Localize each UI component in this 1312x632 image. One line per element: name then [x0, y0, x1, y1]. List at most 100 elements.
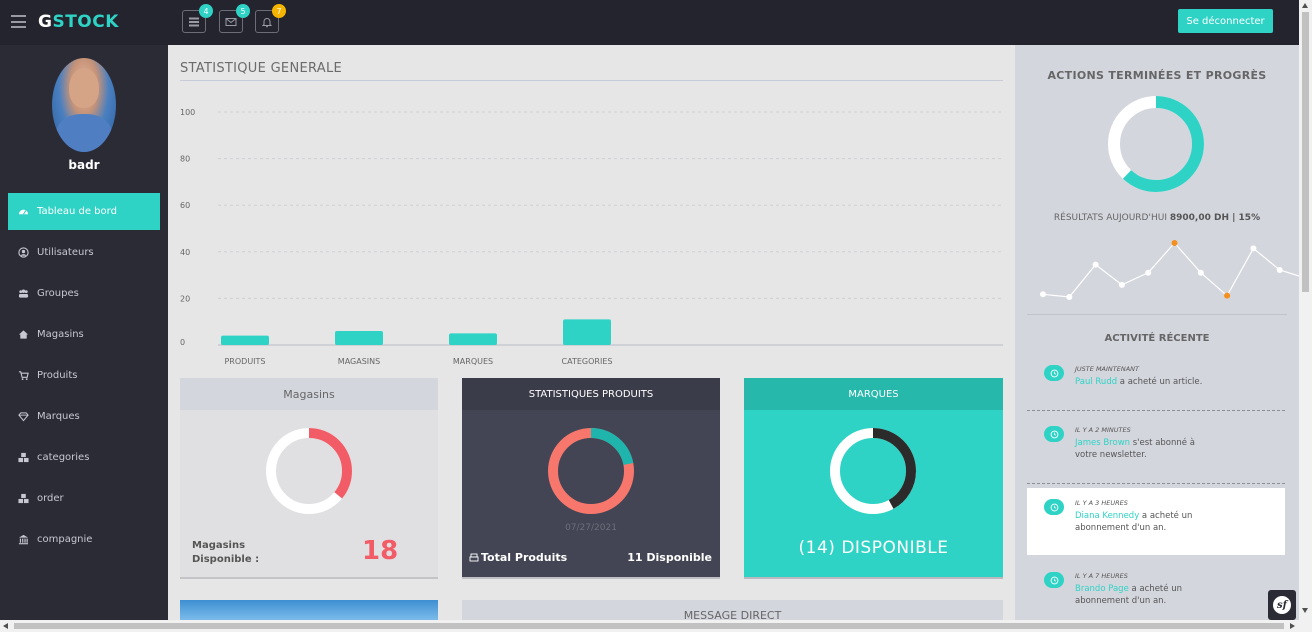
y-tick-label: 60 [180, 201, 190, 210]
magasins-available-count: 18 [362, 536, 399, 566]
hamburger-menu-icon[interactable] [11, 15, 26, 28]
sidebar-item-label: order [37, 493, 64, 504]
sidebar-item-label: compagnie [37, 534, 93, 545]
activity-divider [1027, 410, 1285, 411]
activity-item[interactable]: IL Y A 7 HEURES Brando Page a acheté un … [1027, 572, 1285, 617]
bar [449, 333, 497, 345]
sparkline-point [1145, 269, 1152, 276]
sidebar-item-order[interactable]: order [8, 480, 160, 517]
sidebar-item-label: Marques [37, 411, 80, 422]
tasks-count-badge: 4 [199, 4, 213, 18]
clock-icon [1044, 365, 1064, 381]
scroll-up-arrow-icon[interactable] [1302, 3, 1308, 8]
dashboard-icon [17, 206, 29, 218]
activity-user-link[interactable]: Diana Kennedy [1075, 511, 1139, 521]
sidebar-item-compagnie[interactable]: compagnie [8, 521, 160, 558]
sidebar-item-produits[interactable]: Produits [8, 357, 160, 394]
clock-icon [1044, 499, 1064, 515]
activity-item[interactable]: JUSTE MAINTENANT Paul Rudd a acheté un a… [1027, 365, 1285, 405]
activity-user-link[interactable]: James Brown [1075, 438, 1130, 448]
bar [221, 335, 269, 345]
scroll-down-arrow-icon[interactable] [1302, 608, 1308, 613]
y-tick-label: 20 [180, 294, 190, 303]
sidebar-item-magasins[interactable]: Magasins [8, 316, 160, 353]
product-stats-card-title: STATISTIQUES PRODUITS [462, 378, 720, 410]
scrollbar-thumb[interactable] [1302, 12, 1309, 292]
magasins-donut [266, 428, 352, 514]
activity-user-link[interactable]: Brando Page [1075, 584, 1129, 594]
sparkline-path [1042, 242, 1299, 298]
logout-button[interactable]: Se déconnecter [1178, 9, 1273, 33]
recent-activity-title: ACTIVITÉ RÉCENTE [1104, 333, 1210, 344]
top-navbar: GSTOCK 4 5 7 Se déconnecter [0, 0, 1299, 45]
general-stats-bar-chart: 0 20 40 60 80 100 PRODUITS MAGASINS MARQUES CATEG… [180, 108, 1003, 366]
sparkline-point [1197, 269, 1204, 276]
progress-donut [1108, 96, 1204, 192]
x-tick-label: CATEGORIES [562, 357, 613, 366]
activity-item[interactable]: IL Y A 3 HEURES Diana Kennedy a acheté u… [1027, 488, 1285, 555]
bar [563, 319, 611, 345]
notifications-count-badge: 7 [272, 4, 286, 18]
y-tick-label: 80 [180, 155, 190, 164]
messages-button[interactable]: 5 [219, 4, 250, 33]
bell-icon [261, 17, 273, 27]
avatar[interactable] [52, 58, 116, 152]
sparkline-point [1250, 245, 1257, 252]
main-content: STATISTIQUE GENERALE 0 20 40 60 80 100 PRODUIT… [168, 45, 1015, 632]
sidebar-item-groupes[interactable]: Groupes [8, 275, 160, 312]
product-stats-card: STATISTIQUES PRODUITS 07/27/2021 Total P… [462, 378, 720, 579]
sidebar-item-label: Tableau de bord [37, 206, 117, 217]
sparkline-point [1118, 281, 1125, 288]
sparkline-point [1276, 267, 1283, 273]
x-tick-label: MAGASINS [338, 357, 380, 366]
group-icon [17, 288, 29, 300]
printer-icon [469, 553, 479, 561]
app-logo[interactable]: GSTOCK [38, 12, 119, 32]
y-tick-label: 0 [180, 338, 185, 347]
sidebar-item-label: Utilisateurs [37, 247, 94, 258]
home-icon [17, 329, 29, 341]
activity-item[interactable]: IL Y A 2 MINUTES James Brown s'est abonn… [1027, 426, 1285, 476]
activity-text: Paul Rudd a acheté un article. [1075, 377, 1203, 387]
activity-time: IL Y A 2 MINUTES [1075, 426, 1131, 434]
sidebar-item-marques[interactable]: Marques [8, 398, 160, 435]
magasins-available-label: Magasins Disponible : [192, 540, 260, 565]
messages-count-badge: 5 [236, 4, 250, 18]
notifications-button[interactable]: 7 [255, 4, 286, 33]
bar [335, 331, 383, 345]
activity-user-link[interactable]: Paul Rudd [1075, 377, 1117, 387]
results-sparkline [1040, 240, 1299, 300]
sidebar-item-label: Produits [37, 370, 78, 381]
bank-icon [17, 534, 29, 546]
marques-available: (14) DISPONIBLE [798, 538, 949, 558]
list-icon [189, 17, 199, 26]
scroll-left-arrow-icon[interactable] [3, 623, 8, 629]
sparkline-point [1171, 240, 1178, 246]
sparkline-point [1066, 294, 1073, 300]
symfony-toolbar-icon[interactable]: sf [1268, 590, 1296, 620]
vertical-scrollbar[interactable] [1299, 0, 1312, 620]
cubes-icon [17, 493, 29, 505]
scrollbar-thumb[interactable] [14, 623, 1284, 629]
user-icon [17, 247, 29, 259]
sidebar-item-utilisateurs[interactable]: Utilisateurs [8, 234, 160, 271]
magasins-card: Magasins Magasins Disponible : 18 [180, 378, 438, 579]
products-available: 11 Disponible [627, 551, 712, 564]
sidebar-item-label: Magasins [37, 329, 84, 340]
diamond-icon [17, 411, 29, 423]
activity-divider [1027, 483, 1285, 484]
horizontal-scrollbar[interactable] [0, 620, 1312, 632]
y-tick-label: 40 [180, 248, 190, 257]
marques-card: MARQUES (14) DISPONIBLE [744, 378, 1003, 579]
sparkline-point [1224, 292, 1231, 299]
tasks-button[interactable]: 4 [182, 4, 213, 33]
sidebar: badr Tableau de bord Utilisateurs Groupe… [0, 45, 168, 632]
sidebar-item-dashboard[interactable]: Tableau de bord [8, 193, 160, 230]
sidebar-item-categories[interactable]: categories [8, 439, 160, 476]
scroll-right-arrow-icon[interactable] [1290, 623, 1295, 629]
marques-card-title: MARQUES [744, 378, 1003, 410]
sparkline-point [1092, 261, 1099, 268]
activity-text: Brando Page a acheté un abonnement d'un … [1075, 584, 1182, 606]
page-title: STATISTIQUE GENERALE [180, 61, 343, 76]
clock-icon [1044, 572, 1064, 588]
